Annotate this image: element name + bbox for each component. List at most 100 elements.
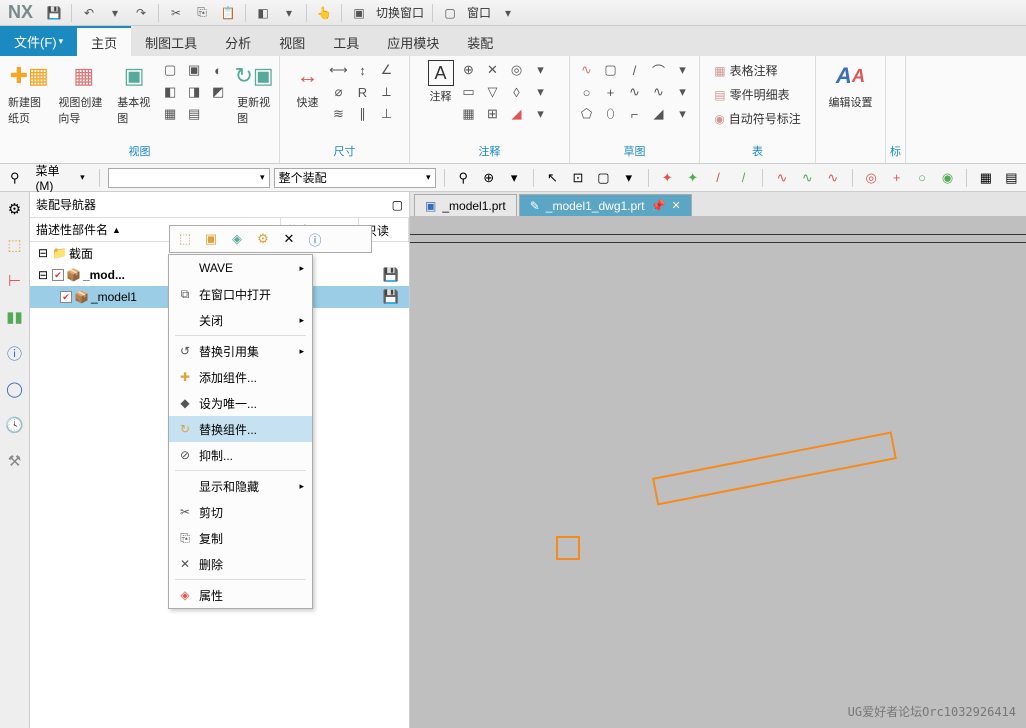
undo-icon[interactable]: ↶ <box>78 2 100 24</box>
mini-icon[interactable]: ▣ <box>183 60 205 80</box>
view-wizard-button[interactable]: ▦视图创建向导 <box>58 60 109 126</box>
mini-icon[interactable]: ▭ <box>458 82 480 102</box>
ctx-tool-icon[interactable]: ⚙ <box>252 228 274 250</box>
checkbox-icon[interactable] <box>52 269 64 281</box>
tool-icon[interactable]: ✦ <box>682 167 703 189</box>
base-view-button[interactable]: ▣基本视图 <box>117 60 151 126</box>
mini-icon[interactable]: ▾ <box>530 104 552 124</box>
ctx-replace-refset[interactable]: ↺替换引用集▸ <box>169 338 312 364</box>
ctx-tool-icon[interactable]: ◈ <box>226 228 248 250</box>
mini-icon[interactable]: ⊞ <box>482 104 504 124</box>
mini-icon[interactable]: ◢ <box>506 104 528 124</box>
mini-icon[interactable]: ∿ <box>576 60 598 80</box>
mini-icon[interactable]: ▢ <box>159 60 181 80</box>
table-note-button[interactable]: ▦表格注释 <box>710 60 781 81</box>
tool-icon[interactable]: ▾ <box>503 167 524 189</box>
mini-icon[interactable]: ⌐ <box>624 104 646 124</box>
tool-icon[interactable]: / <box>707 167 728 189</box>
mini-icon[interactable]: ▾ <box>530 60 552 80</box>
tool-icon[interactable]: / <box>733 167 754 189</box>
tab-analysis[interactable]: 分析 <box>211 26 265 56</box>
mini-icon[interactable]: ∿ <box>648 82 670 102</box>
redo-icon[interactable]: ↷ <box>130 2 152 24</box>
dropdown-icon[interactable]: ▾ <box>497 2 519 24</box>
mini-icon[interactable]: ⌒ <box>648 60 670 80</box>
mini-icon[interactable]: ○ <box>576 82 598 102</box>
tool-icon[interactable]: ⊡ <box>567 167 588 189</box>
mini-icon[interactable]: / <box>624 60 646 80</box>
mini-icon[interactable]: ▢ <box>600 60 622 80</box>
pin-icon[interactable]: 📌 <box>651 199 666 213</box>
update-view-button[interactable]: ↻▣更新视图 <box>237 60 271 126</box>
mini-icon[interactable]: ⬠ <box>576 104 598 124</box>
checkbox-icon[interactable] <box>60 291 72 303</box>
mini-icon[interactable]: ▾ <box>672 60 694 80</box>
mini-icon[interactable]: + <box>600 82 622 102</box>
globe-icon[interactable]: ◯ <box>4 378 26 400</box>
mini-icon[interactable]: ∿ <box>624 82 646 102</box>
menu-button[interactable]: 菜单(M)▾ <box>29 160 90 195</box>
tool-icon[interactable]: ◎ <box>861 167 882 189</box>
panel-menu-icon[interactable]: ▢ <box>392 198 403 212</box>
mini-icon[interactable]: ▤ <box>183 104 205 124</box>
drawing-canvas[interactable]: UG爱好者论坛Orc1032926414 <box>410 216 1026 728</box>
tool-icon[interactable]: ▾ <box>618 167 639 189</box>
touch-icon[interactable]: 👆 <box>313 2 335 24</box>
tool-icon[interactable]: ▦ <box>975 167 996 189</box>
mini-icon[interactable]: ▾ <box>530 82 552 102</box>
ctx-add-component[interactable]: ✚添加组件... <box>169 364 312 390</box>
tab-view[interactable]: 视图 <box>265 26 319 56</box>
tool-icon[interactable]: ⚲ <box>453 167 474 189</box>
ctx-cut[interactable]: ✂剪切 <box>169 499 312 525</box>
mini-icon[interactable]: ▾ <box>672 82 694 102</box>
close-icon[interactable]: ✕ <box>671 199 680 212</box>
switch-window-label[interactable]: 切换窗口 <box>376 4 424 21</box>
mini-icon[interactable]: ⟂ <box>376 82 398 102</box>
paste-icon[interactable]: 📋 <box>217 2 239 24</box>
tab-assembly[interactable]: 装配 <box>453 26 507 56</box>
ctx-replace-component[interactable]: ↻替换组件... <box>169 416 312 442</box>
books-icon[interactable]: ▮▮ <box>4 306 26 328</box>
mini-icon[interactable]: ∠ <box>376 60 398 80</box>
tab-tools[interactable]: 工具 <box>319 26 373 56</box>
tool-icon[interactable]: ∿ <box>822 167 843 189</box>
constraint-icon[interactable]: ⊢ <box>4 270 26 292</box>
mini-icon[interactable]: ⬯ <box>600 104 622 124</box>
mini-icon[interactable]: ↕ <box>352 60 374 80</box>
mini-icon[interactable]: ⟷ <box>328 60 350 80</box>
ctx-properties[interactable]: ◈属性 <box>169 582 312 608</box>
assembly-icon[interactable]: ⬚ <box>4 234 26 256</box>
doc-tab[interactable]: ▣ _model1.prt <box>414 194 517 216</box>
filter-icon[interactable]: ⚲ <box>4 167 25 189</box>
tab-application[interactable]: 应用模块 <box>373 26 453 56</box>
annotation-button[interactable]: A注释 <box>428 60 454 124</box>
tool-icon[interactable]: ⊕ <box>478 167 499 189</box>
ctx-open-window[interactable]: ⧉在窗口中打开 <box>169 281 312 307</box>
ctx-tool-icon[interactable]: ✕ <box>278 228 300 250</box>
ctx-close[interactable]: 关闭▸ <box>169 307 312 333</box>
tab-home[interactable]: 主页 <box>77 26 131 56</box>
mini-icon[interactable]: ▦ <box>159 104 181 124</box>
ctx-wave[interactable]: WAVE▸ <box>169 255 312 281</box>
ctx-show-hide[interactable]: 显示和隐藏▸ <box>169 473 312 499</box>
tool-icon[interactable]: ↖ <box>542 167 563 189</box>
window-label[interactable]: 窗口 <box>467 4 491 21</box>
ctx-suppress[interactable]: ⊘抑制... <box>169 442 312 468</box>
mini-icon[interactable]: ◐ <box>207 60 229 80</box>
combo-1[interactable]: ▾ <box>108 168 270 188</box>
tool-icon[interactable]: ⚒ <box>4 450 26 472</box>
doc-tab[interactable]: ✎ _model1_dwg1.prt 📌 ✕ <box>519 194 692 216</box>
cut-icon[interactable]: ✂ <box>165 2 187 24</box>
settings-icon[interactable]: ⚙ <box>4 198 26 220</box>
file-menu[interactable]: 文件(F)▾ <box>0 26 77 56</box>
window-icon[interactable]: ▣ <box>348 2 370 24</box>
tool-icon[interactable]: ▢ <box>593 167 614 189</box>
mini-icon[interactable]: ⊕ <box>458 60 480 80</box>
tool-icon[interactable]: ∿ <box>797 167 818 189</box>
window-icon[interactable]: ▢ <box>439 2 461 24</box>
edit-settings-button[interactable]: AA编辑设置 <box>829 60 873 110</box>
parts-list-button[interactable]: ▤零件明细表 <box>710 84 793 105</box>
mini-icon[interactable]: ◩ <box>207 82 229 102</box>
mini-icon[interactable]: ✕ <box>482 60 504 80</box>
tool-icon[interactable]: ✦ <box>657 167 678 189</box>
